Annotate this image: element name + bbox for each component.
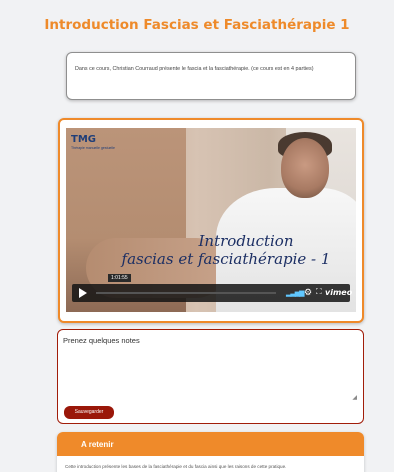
video-control-bar: ▂▃▅▆ ⚙ ⛶ vimeo bbox=[72, 284, 352, 302]
video-player[interactable]: TMG Thérapie manuelle gestuelle Introduc… bbox=[66, 128, 356, 312]
video-title-line2: fascias et fasciathérapie - 1 bbox=[121, 250, 331, 268]
resize-grip-icon[interactable]: ◢ bbox=[352, 394, 357, 401]
notes-label: Prenez quelques notes bbox=[63, 336, 140, 345]
gear-icon[interactable]: ⚙ bbox=[304, 287, 312, 298]
play-icon[interactable] bbox=[79, 288, 87, 298]
video-timestamp: 1:01:55 bbox=[108, 274, 131, 282]
video-presenter-head bbox=[281, 138, 329, 198]
video-progress-bar[interactable] bbox=[96, 292, 276, 294]
save-button[interactable]: Sauvegarder bbox=[64, 406, 114, 419]
page-title: Introduction Fascias et Fasciathérapie 1 bbox=[44, 17, 350, 33]
tmg-logo: TMG bbox=[71, 134, 96, 145]
retain-text: Cette introduction présente les bases de… bbox=[65, 464, 287, 469]
description-text: Dans ce cours, Christian Courraud présen… bbox=[75, 66, 314, 72]
description-card: Dans ce cours, Christian Courraud présen… bbox=[66, 52, 356, 100]
video-frame: TMG Thérapie manuelle gestuelle Introduc… bbox=[58, 118, 364, 323]
tmg-logo-subtitle: Thérapie manuelle gestuelle bbox=[71, 146, 115, 150]
volume-icon[interactable]: ▂▃▅▆ bbox=[286, 289, 305, 297]
fullscreen-icon[interactable]: ⛶ bbox=[316, 287, 322, 297]
vimeo-logo[interactable]: vimeo bbox=[325, 288, 352, 297]
notes-card: Prenez quelques notes ◢ Sauvegarder bbox=[57, 329, 364, 424]
retain-card: A retenir Cette introduction présente le… bbox=[57, 432, 364, 472]
notes-textarea[interactable] bbox=[62, 347, 359, 400]
retain-header: A retenir bbox=[57, 432, 364, 456]
video-title-line1: Introduction bbox=[198, 232, 294, 250]
